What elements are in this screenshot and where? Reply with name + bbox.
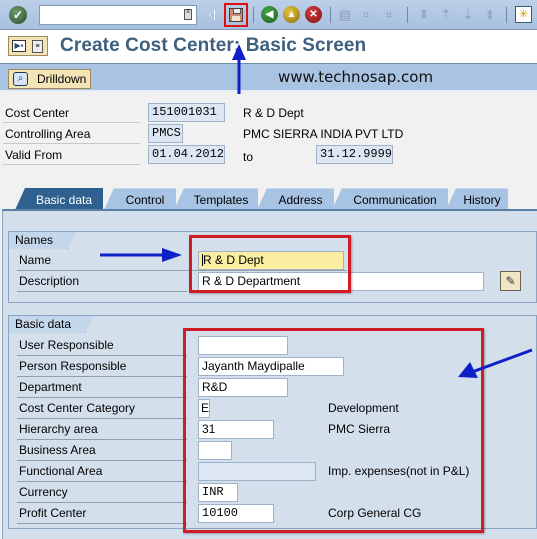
last-page-icon: ⇟ <box>484 7 496 22</box>
cost-center-text: R & D Dept <box>243 106 304 120</box>
description-label: Description <box>19 274 80 288</box>
find-icon: ⌗ <box>362 7 370 22</box>
application-toolbar: ⌕ Drilldown www.technosap.com <box>0 63 537 92</box>
currency-label: Currency <box>19 485 68 499</box>
drilldown-button[interactable]: ⌕ Drilldown <box>8 69 91 89</box>
label-underline <box>3 143 140 144</box>
cancel-icon[interactable]: ✕ <box>305 6 322 23</box>
toolbar-separator <box>506 7 507 23</box>
controlling-area-text: PMC SIERRA INDIA PVT LTD <box>243 127 404 141</box>
toolbar-separator <box>407 7 408 23</box>
cost-center-row: Cost Center 151001031 R & D Dept <box>0 103 537 124</box>
find-next-icon: ⌗ <box>385 7 393 22</box>
toolbar-separator <box>253 7 254 23</box>
controlling-area-label: Controlling Area <box>5 127 91 141</box>
tab-control[interactable]: Control <box>104 188 176 210</box>
drilldown-icon: ⌕ <box>13 72 28 86</box>
basic-data-annotation-box <box>183 328 484 533</box>
valid-to-label: to <box>243 150 254 164</box>
valid-from-row: Valid From 01.04.2012 to 31.12.9999 <box>0 145 537 166</box>
command-dropdown-icon[interactable]: ≡ <box>184 9 192 20</box>
user-responsible-label: User Responsible <box>19 338 114 352</box>
cost-center-category-label: Cost Center Category <box>19 401 136 415</box>
customize-layout-icon[interactable]: ✳ <box>515 6 532 23</box>
edit-long-text-icon[interactable]: ✎ <box>500 271 521 291</box>
cost-center-field[interactable]: 151001031 <box>148 103 225 122</box>
drilldown-label: Drilldown <box>37 72 87 86</box>
hierarchy-area-label: Hierarchy area <box>19 422 98 436</box>
tab-communication[interactable]: Communication <box>332 188 448 210</box>
command-field[interactable]: ≡ <box>39 5 197 25</box>
person-responsible-label: Person Responsible <box>19 359 127 373</box>
label-underline <box>17 523 187 524</box>
label-underline <box>3 164 140 165</box>
screen-options-icon: ▶▪ <box>12 40 26 52</box>
menu-options-button[interactable]: ▶▪ ≡ <box>8 36 48 56</box>
valid-to-field[interactable]: 31.12.9999 <box>316 145 393 164</box>
controlling-area-field[interactable]: PMCS <box>148 124 183 143</box>
cost-center-label: Cost Center <box>5 106 70 120</box>
tab-templates[interactable]: Templates <box>174 188 258 210</box>
department-label: Department <box>19 380 82 394</box>
functional-area-label: Functional Area <box>19 464 103 478</box>
print-icon: ▤ <box>338 7 352 22</box>
system-toolbar: ✓ ≡ ◀ ▲ ✕ ▤ ⌗ ⌗ ⇞ ⇡ ⇣ ⇟ ✳ <box>0 0 537 30</box>
page-title: Create Cost Center: Basic Screen <box>60 35 367 56</box>
names-group-title: Names <box>9 232 77 249</box>
exit-icon[interactable]: ▲ <box>283 6 300 23</box>
up-arrow-annotation <box>232 44 246 94</box>
tab-strip: Basic data Control Templates Address Com… <box>0 188 537 210</box>
names-annotation-box <box>189 235 351 293</box>
controlling-area-row: Controlling Area PMCS PMC SIERRA INDIA P… <box>0 124 537 145</box>
watermark-text: www.technosap.com <box>278 68 434 86</box>
label-underline <box>17 291 187 292</box>
next-page-icon: ⇣ <box>462 7 474 22</box>
save-icon[interactable] <box>229 8 243 22</box>
first-page-icon: ⇞ <box>418 7 430 22</box>
toolbar-separator <box>330 7 331 23</box>
tab-address[interactable]: Address <box>257 188 334 210</box>
right-arrow-annotation <box>100 248 182 262</box>
previous-page-icon: ⇡ <box>440 7 452 22</box>
tab-history[interactable]: History <box>446 188 508 210</box>
profit-center-label: Profit Center <box>19 506 87 520</box>
business-area-label: Business Area <box>19 443 96 457</box>
valid-from-label: Valid From <box>5 148 63 162</box>
tab-basic-data[interactable]: Basic data <box>15 188 103 210</box>
basic-data-group-title: Basic data <box>9 316 95 333</box>
collapse-arrow-icon[interactable] <box>209 10 215 20</box>
name-label: Name <box>19 253 52 267</box>
generic-object-services-icon: ≡ <box>32 40 43 53</box>
left-arrow-annotation <box>458 348 533 378</box>
label-underline <box>3 122 140 123</box>
save-annotation-box <box>224 3 248 27</box>
enter-icon[interactable]: ✓ <box>9 6 27 24</box>
command-input[interactable] <box>40 6 180 24</box>
valid-from-field[interactable]: 01.04.2012 <box>148 145 225 164</box>
back-icon[interactable]: ◀ <box>261 6 278 23</box>
title-bar: ▶▪ ≡ Create Cost Center: Basic Screen <box>0 30 537 63</box>
